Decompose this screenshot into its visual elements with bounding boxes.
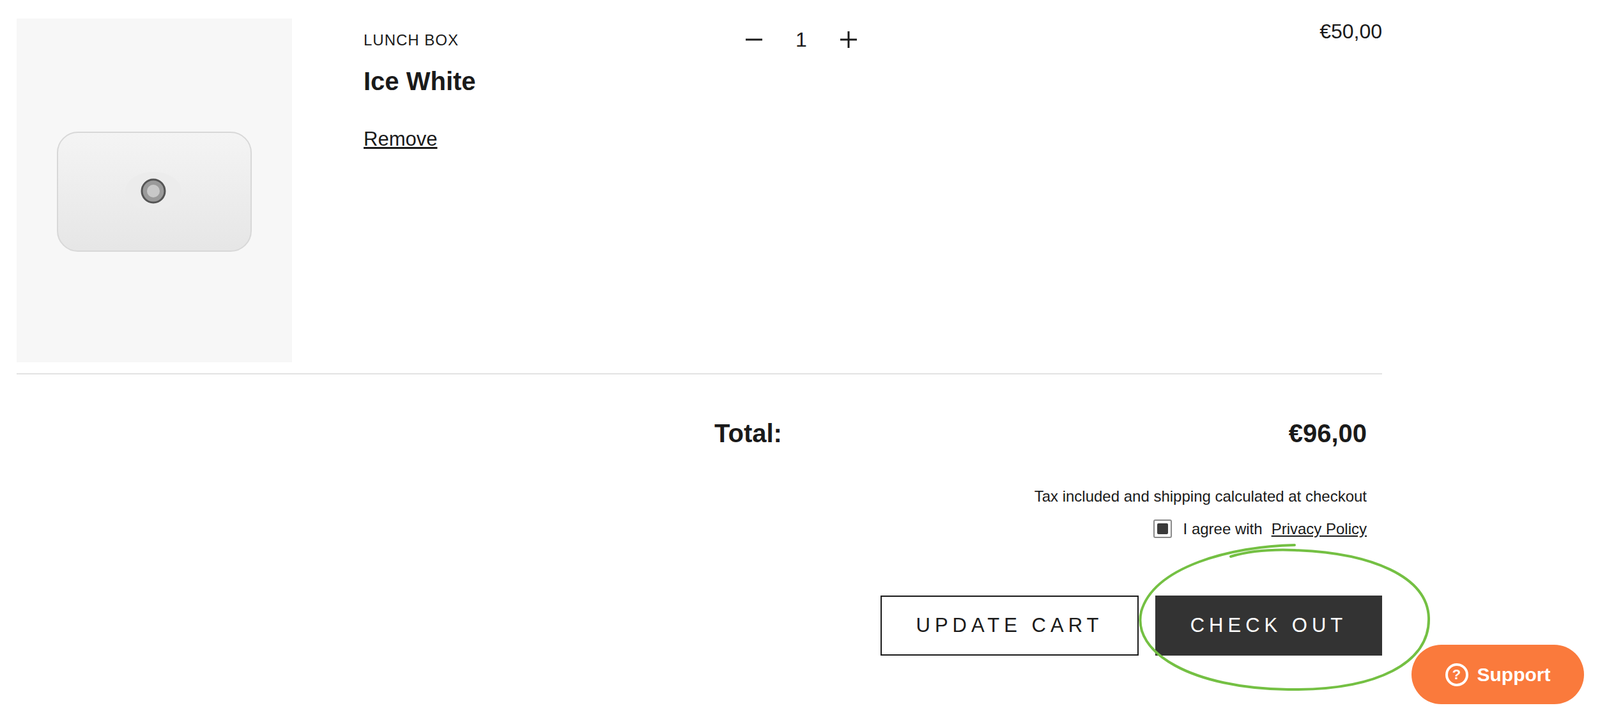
agree-checkbox[interactable] xyxy=(1153,519,1172,539)
cart-page: LUNCH BOX Ice White Remove 1 €50,00 Total: €96… xyxy=(0,0,1600,708)
support-button[interactable]: ? Support xyxy=(1411,644,1585,705)
checkout-button[interactable]: CHECK OUT xyxy=(1155,595,1383,656)
support-label: Support xyxy=(1477,663,1551,686)
decrease-button[interactable] xyxy=(741,27,767,52)
item-price: €50,00 xyxy=(860,19,1383,363)
cart-buttons: UPDATE CART CHECK OUT xyxy=(880,595,1383,656)
cart: LUNCH BOX Ice White Remove 1 €50,00 xyxy=(16,18,1383,375)
checkbox-mark xyxy=(1157,523,1169,535)
total-label: Total: xyxy=(714,419,783,448)
total-row: Total: €96,00 xyxy=(714,419,1367,448)
agree-text: I agree with xyxy=(1183,520,1263,539)
quantity-control: 1 xyxy=(739,27,861,52)
cart-item: LUNCH BOX Ice White Remove 1 €50,00 xyxy=(16,18,1383,363)
product-info: LUNCH BOX Ice White Remove xyxy=(292,18,740,363)
button-wrap: CHECK OUT xyxy=(1155,595,1383,656)
privacy-policy-link[interactable]: Privacy Policy xyxy=(1271,520,1367,539)
increase-button[interactable] xyxy=(836,27,861,52)
product-image[interactable] xyxy=(16,18,293,363)
product-brand: LUNCH BOX xyxy=(363,31,459,50)
update-cart-button[interactable]: UPDATE CART xyxy=(880,595,1139,656)
minus-icon xyxy=(744,30,764,50)
help-icon: ? xyxy=(1445,663,1469,687)
lunch-box-icon xyxy=(16,18,293,363)
highlight-circle-icon xyxy=(1134,541,1436,695)
tax-note: Tax included and shipping calculated at … xyxy=(1034,487,1367,506)
cart-footer: Total: €96,00 Tax included and shipping ca… xyxy=(16,374,1383,656)
quantity-value[interactable]: 1 xyxy=(795,28,808,52)
privacy-agreement: I agree with Privacy Policy xyxy=(1153,519,1367,539)
total-value: €96,00 xyxy=(1288,419,1367,448)
remove-link[interactable]: Remove xyxy=(363,127,438,151)
button-wrap: UPDATE CART xyxy=(880,595,1139,656)
plus-icon xyxy=(838,30,859,50)
product-name: Ice White xyxy=(363,67,477,96)
